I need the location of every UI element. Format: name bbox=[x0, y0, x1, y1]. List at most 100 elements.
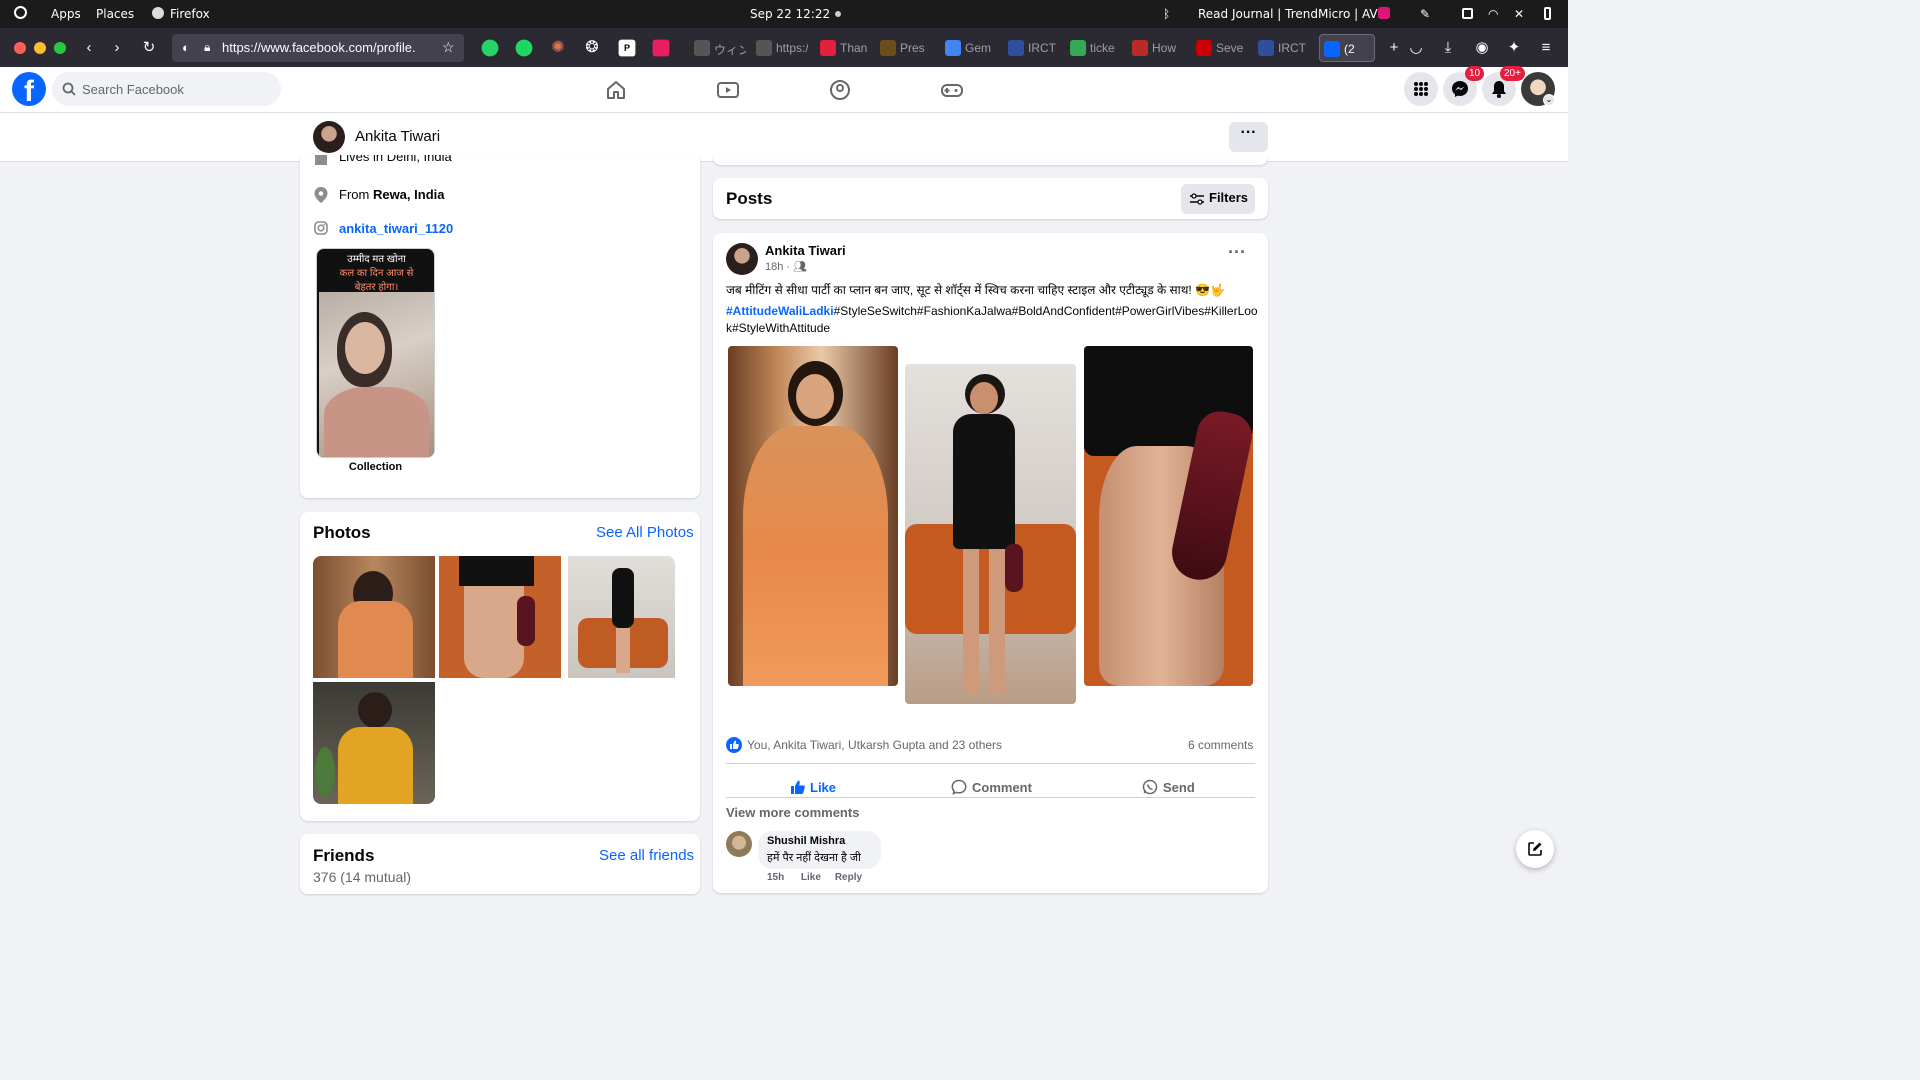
spotify-pinned-tab-icon[interactable] bbox=[515, 39, 533, 57]
pocket-pinned-tab-icon[interactable]: P bbox=[618, 39, 636, 57]
photos-title[interactable]: Photos bbox=[313, 523, 371, 543]
hashtag-link[interactable]: #AttitudeWaliLadki bbox=[726, 304, 834, 318]
like-button[interactable]: Like bbox=[790, 779, 836, 795]
activities-icon[interactable] bbox=[14, 6, 27, 19]
composer-card bbox=[713, 155, 1268, 165]
post-author-avatar[interactable] bbox=[726, 243, 758, 275]
home-icon[interactable] bbox=[603, 77, 629, 103]
photo-thumb[interactable] bbox=[439, 556, 561, 678]
see-all-friends-link[interactable]: See all friends bbox=[599, 847, 694, 864]
chatgpt-pinned-tab-icon[interactable]: ❂ bbox=[580, 36, 604, 60]
collection-label[interactable]: Collection bbox=[316, 461, 435, 473]
messenger-button[interactable]: 10 bbox=[1443, 66, 1485, 106]
firefox-app-menu[interactable]: Firefox bbox=[170, 7, 210, 21]
browser-tab[interactable]: (2 bbox=[1319, 34, 1375, 62]
browser-tab[interactable]: ウィン bbox=[690, 34, 746, 62]
commenter-avatar[interactable] bbox=[726, 831, 752, 857]
back-icon[interactable]: ‹ bbox=[78, 37, 100, 59]
comments-count[interactable]: 6 comments bbox=[1188, 738, 1253, 752]
minimize-window-button[interactable] bbox=[34, 42, 46, 54]
view-more-comments-link[interactable]: View more comments bbox=[726, 805, 859, 820]
account-avatar[interactable]: ⌄ bbox=[1521, 72, 1555, 106]
pen-icon[interactable]: ✎ bbox=[1420, 7, 1430, 21]
like-reaction-icon[interactable] bbox=[726, 737, 742, 753]
reactions-summary[interactable]: You, Ankita Tiwari, Utkarsh Gupta and 23… bbox=[747, 738, 1002, 752]
new-tab-icon[interactable]: + bbox=[1383, 37, 1405, 59]
photo-thumb[interactable] bbox=[313, 556, 435, 678]
post-time[interactable]: 18h · bbox=[765, 261, 793, 273]
tab-label: Gem bbox=[965, 41, 992, 55]
post-image[interactable] bbox=[905, 364, 1076, 704]
browser-tab[interactable]: Seve bbox=[1192, 34, 1248, 62]
forward-icon[interactable]: › bbox=[106, 37, 128, 59]
url-bar[interactable]: ◐ 🔒︎ https://www.facebook.com/profile. ☆ bbox=[172, 34, 464, 62]
clock[interactable]: Sep 22 12:22 bbox=[750, 7, 830, 21]
volume-muted-icon[interactable]: ✕ bbox=[1514, 7, 1524, 21]
more-options-button[interactable]: ··· bbox=[1229, 122, 1268, 152]
post-text: जब मीटिंग से सीधा पार्टी का प्लान बन जाए… bbox=[726, 283, 1225, 297]
friends-title[interactable]: Friends bbox=[313, 846, 374, 866]
extensions-icon[interactable]: ✦ bbox=[1503, 37, 1525, 59]
url-text[interactable]: https://www.facebook.com/profile. bbox=[222, 40, 422, 55]
profile-name[interactable]: Ankita Tiwari bbox=[355, 128, 440, 145]
comment-button[interactable]: Comment bbox=[951, 779, 1032, 795]
lock-icon[interactable]: 🔒︎ bbox=[204, 40, 210, 55]
profile-avatar[interactable] bbox=[313, 121, 345, 153]
instagram-link[interactable]: ankita_tiwari_1120 bbox=[339, 221, 453, 236]
maximize-window-button[interactable] bbox=[54, 42, 66, 54]
browser-tab[interactable]: Gem bbox=[941, 34, 997, 62]
reload-icon[interactable]: ↻ bbox=[138, 37, 160, 59]
commenter-name[interactable]: Shushil Mishra bbox=[767, 835, 845, 847]
battery-icon[interactable] bbox=[1544, 7, 1551, 20]
browser-tab[interactable]: Than bbox=[816, 34, 870, 62]
groups-icon[interactable] bbox=[827, 77, 853, 103]
menu-grid-button[interactable] bbox=[1404, 72, 1438, 106]
video-icon[interactable] bbox=[715, 77, 741, 103]
app-indicator-icon[interactable] bbox=[1378, 7, 1390, 19]
post-image[interactable] bbox=[728, 346, 898, 686]
claude-pinned-tab-icon[interactable]: ✺ bbox=[546, 36, 570, 60]
see-all-photos-link[interactable]: See All Photos bbox=[596, 524, 694, 541]
post-options-icon[interactable]: ··· bbox=[1228, 243, 1246, 261]
pocket-icon[interactable]: ◡ bbox=[1405, 37, 1427, 59]
notifications-button[interactable]: 20+ bbox=[1482, 66, 1525, 106]
browser-tab[interactable]: ticke bbox=[1066, 34, 1122, 62]
facebook-logo[interactable]: f bbox=[12, 72, 46, 106]
post-author-name[interactable]: Ankita Tiwari bbox=[765, 243, 846, 258]
browser-tab[interactable]: IRCT bbox=[1254, 34, 1310, 62]
post-image[interactable] bbox=[1084, 346, 1253, 686]
comment-reply-link[interactable]: Reply bbox=[835, 872, 862, 883]
compose-icon bbox=[1528, 842, 1542, 856]
account-icon[interactable]: ◉ bbox=[1471, 37, 1493, 59]
comment-time[interactable]: 15h bbox=[767, 872, 784, 883]
apps-menu[interactable]: Apps bbox=[51, 7, 81, 21]
menu-icon[interactable]: ≡ bbox=[1535, 37, 1557, 59]
photo-thumb[interactable] bbox=[568, 556, 675, 678]
shield-icon[interactable]: ◐ bbox=[182, 40, 190, 55]
whatsapp-pinned-tab-icon[interactable] bbox=[481, 39, 499, 57]
featured-collection[interactable]: उम्मीद मत खोना कल का दिन आज से बेहतर होग… bbox=[316, 248, 435, 458]
comment-like-link[interactable]: Like bbox=[801, 872, 821, 883]
wifi-icon[interactable]: ◠ bbox=[1488, 7, 1498, 21]
browser-tab[interactable]: IRCT bbox=[1004, 34, 1060, 62]
intro-card: Lives in Delhi, India From Rewa, India a… bbox=[300, 155, 700, 498]
browser-tab[interactable]: https://s bbox=[752, 34, 808, 62]
downloads-icon[interactable]: ⤓ bbox=[1437, 37, 1459, 59]
places-menu[interactable]: Places bbox=[96, 7, 134, 21]
browser-tab[interactable]: How bbox=[1128, 34, 1184, 62]
search-input[interactable] bbox=[82, 72, 272, 106]
comment-bubble: Shushil Mishra हमें पैर नहीं देखना है जी bbox=[758, 831, 881, 869]
close-window-button[interactable] bbox=[14, 42, 26, 54]
from-place-link[interactable]: Rewa, India bbox=[373, 187, 445, 202]
new-message-button[interactable] bbox=[1516, 830, 1554, 868]
bluetooth-icon[interactable]: ᛒ bbox=[1163, 7, 1170, 21]
browser-tab[interactable]: Pres bbox=[876, 34, 934, 62]
send-button[interactable]: Send bbox=[1142, 779, 1195, 795]
gaming-icon[interactable] bbox=[939, 77, 965, 103]
bookmark-star-icon[interactable]: ☆ bbox=[442, 39, 455, 56]
app-pinned-tab-icon[interactable] bbox=[652, 39, 670, 57]
filters-button[interactable]: Filters bbox=[1181, 184, 1255, 214]
search-box[interactable] bbox=[52, 72, 281, 106]
photo-thumb[interactable] bbox=[313, 682, 435, 804]
screen-icon[interactable] bbox=[1462, 8, 1473, 19]
